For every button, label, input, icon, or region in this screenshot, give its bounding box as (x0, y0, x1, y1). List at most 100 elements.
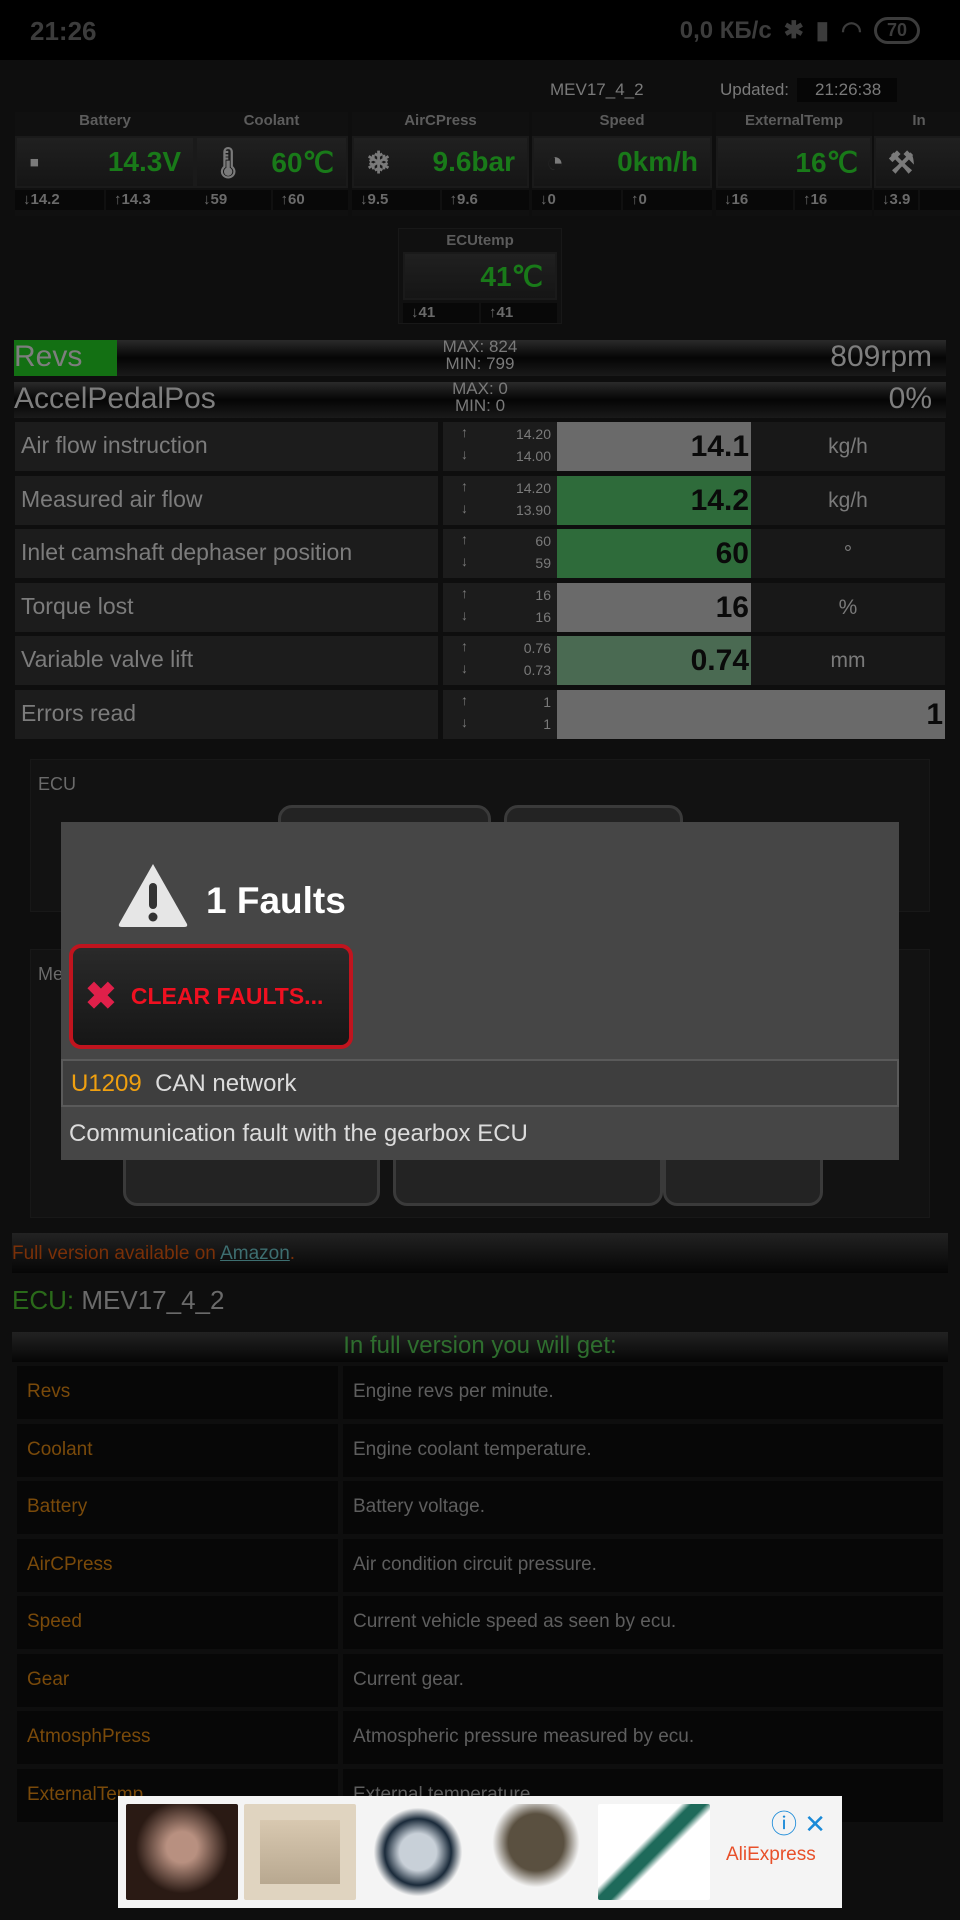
gauge-coolant[interactable]: Coolant 🌡 60℃ ↓59 ↑60 (195, 112, 348, 216)
ad-info-icon[interactable]: ⓘ ✕ (771, 1804, 826, 1841)
feature-name: AirCPress (17, 1538, 338, 1592)
clear-faults-label: CLEAR FAULTS... (130, 983, 324, 1009)
param-max: 60 (535, 533, 551, 549)
param-row[interactable]: Variable valve lift ↑ 0.76 ↓ 0.73 0.74 mm (15, 636, 945, 685)
bar-accelpedalpos: AccelPedalPos MAX: 0 MIN: 0 0% (14, 380, 946, 418)
gauge-ecutemp[interactable]: ECUtemp 41℃ ↓41 ↑41 (398, 228, 562, 324)
ad-image[interactable] (244, 1804, 356, 1900)
param-row[interactable]: Measured air flow ↑ 14.20 ↓ 13.90 14.2 kg/h (15, 475, 945, 525)
ad-image[interactable] (598, 1804, 710, 1900)
param-min: 14.00 (515, 448, 551, 464)
bluetooth-icon: ✱ (783, 17, 804, 44)
arrow-down-icon: ↓ (461, 553, 468, 569)
gauge-value: 9.6bar (432, 146, 516, 177)
feature-name: Coolant (17, 1423, 338, 1477)
gauge-max: ↑14.3 (106, 190, 195, 210)
param-row[interactable]: Air flow instruction ↑ 14.20 ↓ 14.00 14.1 k… (15, 422, 945, 471)
gauge-label: ECUtemp (446, 232, 514, 249)
ecu-name: MEV17_4_2 (550, 80, 644, 99)
x-icon: ✖ (85, 976, 117, 1018)
gauge-max: ↑9.6 (441, 190, 529, 210)
param-value: 14.2 (557, 475, 751, 525)
updated-time: 21:26:38 (797, 78, 897, 102)
feature-row: Revs Engine revs per minute. (17, 1366, 943, 1419)
clear-faults-button[interactable]: ✖ CLEAR FAULTS... (69, 944, 353, 1049)
feature-row: Battery Battery voltage. (17, 1481, 943, 1534)
gauge-label: ExternalTemp (744, 112, 844, 129)
gauge-min: ↓3.9 (874, 190, 918, 210)
bar-max: MAX: 824 (442, 337, 518, 356)
arrow-up-icon: ↑ (461, 638, 468, 654)
param-row[interactable]: Errors read ↑ 1 ↓ 1 1 (15, 689, 945, 739)
gauge-min: ↓59 (195, 190, 271, 210)
ecu-line-value: MEV17_4_2 (81, 1285, 225, 1315)
gauge-in[interactable]: In ⚒ ↓3.9 (874, 112, 960, 216)
ad-banner[interactable]: ⓘ ✕ AliExpress (118, 1796, 842, 1908)
amazon-link[interactable]: Amazon (220, 1243, 290, 1264)
param-row[interactable]: Torque lost ↑ 16 ↓ 16 16 % (15, 582, 945, 632)
arrow-down-icon: ↓ (461, 606, 468, 623)
feature-row: Speed Current vehicle speed as seen by e… (17, 1596, 943, 1649)
feature-name: Battery (17, 1481, 338, 1534)
arrow-up-icon: ↑ (461, 477, 468, 494)
fault-name: CAN network (155, 1070, 297, 1097)
param-value: 0.74 (557, 636, 751, 685)
thermometer-icon: 🌡 (209, 147, 248, 180)
gauge-externaltemp[interactable]: ExternalTemp 16℃ ↓16 ↑16 (716, 112, 872, 216)
wifi-icon: ◠ (841, 17, 862, 44)
status-bar: 21:26 0,0 КБ/с ✱ ▮ ◠ 70 (0, 0, 960, 60)
gauge-label: AirCPress (404, 112, 477, 129)
feature-row: AtmosphPress Atmospheric pressure measur… (17, 1711, 943, 1764)
feature-desc: Engine revs per minute. (343, 1366, 943, 1419)
feature-name: Gear (17, 1653, 338, 1707)
bar-value: 809rpm (830, 340, 932, 373)
promo-end: . (289, 1243, 296, 1264)
clock: 21:26 (30, 16, 97, 46)
param-value: 60 (557, 529, 751, 578)
ad-image[interactable] (362, 1804, 474, 1900)
gauge-max (920, 190, 960, 210)
feature-row: Coolant Engine coolant temperature. (17, 1423, 943, 1477)
gauge-value: 60℃ (271, 146, 334, 178)
param-name: Air flow instruction (15, 422, 438, 471)
param-max: 1 (543, 693, 551, 710)
features-title: In full version you will get: (12, 1332, 948, 1362)
ad-image[interactable] (126, 1804, 238, 1900)
param-row[interactable]: Inlet camshaft dephaser position ↑ 60 ↓ 59 … (15, 529, 945, 578)
signal-icon: ▮ (815, 17, 830, 44)
ad-image[interactable] (480, 1804, 592, 1900)
gauge-label: In (912, 112, 926, 129)
arrow-down-icon: ↓ (461, 713, 468, 730)
fault-row[interactable]: U1209 CAN network (61, 1059, 899, 1107)
gauge-max: ↑16 (795, 190, 872, 210)
param-name: Errors read (15, 689, 438, 739)
gauge-max: ↑0 (623, 190, 712, 210)
gauge-min: ↓0 (532, 190, 621, 210)
feature-desc: Current vehicle speed as seen by ecu. (343, 1596, 943, 1649)
arrow-up-icon: ↑ (461, 424, 468, 440)
arrow-down-icon: ↓ (461, 499, 468, 516)
net-speed: 0,0 КБ/с (679, 16, 772, 44)
fault-code: U1209 (71, 1070, 142, 1097)
gauge-speed[interactable]: Speed ◔ 0km/h ↓0 ↑0 (532, 112, 712, 216)
arrow-up-icon: ↑ (461, 531, 468, 547)
feature-desc: Battery voltage. (343, 1481, 943, 1534)
gauge-min: ↓9.5 (352, 190, 440, 210)
param-max: 14.20 (515, 426, 551, 442)
param-value: 14.1 (557, 422, 751, 471)
param-name: Variable valve lift (15, 636, 438, 685)
bar-min: MIN: 799 (445, 354, 515, 373)
bar-label: AccelPedalPos (14, 382, 216, 415)
intake-icon: ⚒ (888, 147, 915, 180)
gauge-aircpress[interactable]: AirCPress ❄ 9.6bar ↓9.5 ↑9.6 (352, 112, 529, 216)
param-min: 59 (535, 555, 551, 571)
gauge-battery[interactable]: Battery ▪ 14.3V ↓14.2 ↑14.3 (15, 112, 195, 216)
gauge-value: 16℃ (795, 146, 858, 178)
speedometer-icon: ◔ (546, 146, 565, 179)
feature-name: Speed (17, 1596, 338, 1649)
feature-row: Gear Current gear. (17, 1653, 943, 1707)
param-unit: % (751, 582, 945, 632)
battery-icon: ▪ (29, 146, 40, 179)
param-unit: kg/h (751, 422, 945, 471)
param-name: Torque lost (15, 582, 438, 632)
